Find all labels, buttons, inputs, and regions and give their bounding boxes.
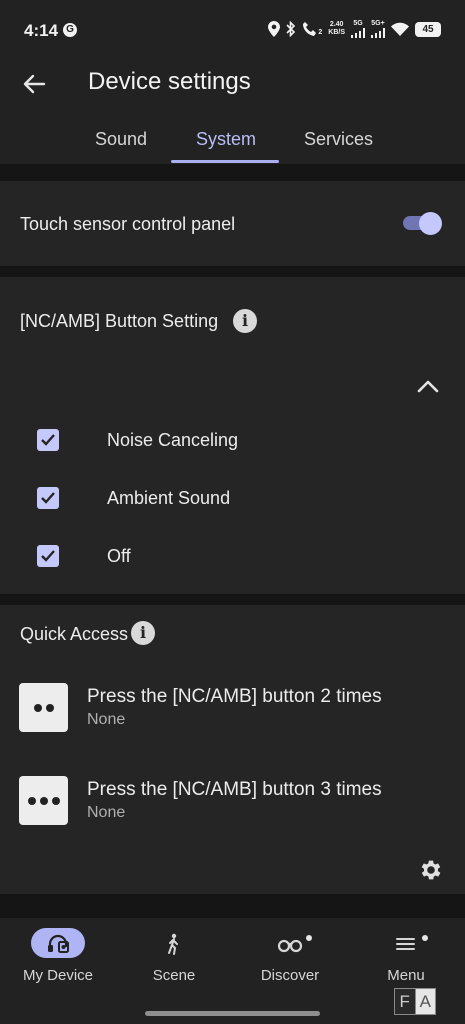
tab-system[interactable]: System bbox=[196, 129, 256, 150]
touch-sensor-toggle[interactable] bbox=[403, 212, 442, 235]
double-press-icon bbox=[19, 683, 68, 732]
option-label: Noise Canceling bbox=[107, 430, 239, 450]
touch-sensor-label: Touch sensor control panel bbox=[20, 214, 236, 234]
toggle-thumb bbox=[419, 212, 442, 235]
notification-dot bbox=[422, 935, 428, 941]
page-title: Device settings bbox=[88, 68, 251, 95]
status-time: 4:14 bbox=[24, 21, 59, 40]
nc-amb-title: [NC/AMB] Button Setting bbox=[20, 311, 219, 331]
option-label: Ambient Sound bbox=[107, 488, 231, 508]
tab-sound[interactable]: Sound bbox=[95, 129, 147, 150]
battery-icon: 45 bbox=[415, 21, 441, 37]
arrow-left-icon[interactable] bbox=[20, 70, 48, 98]
quick-access-item-value: None bbox=[87, 804, 126, 821]
call-sim-label: 2 bbox=[318, 29, 323, 36]
checkbox[interactable] bbox=[37, 487, 59, 509]
quick-access-item-title: Press the [NC/AMB] button 3 times bbox=[87, 779, 382, 800]
nav-discover[interactable]: Discover bbox=[232, 918, 348, 998]
bluetooth-icon bbox=[286, 21, 296, 37]
nav-label: Discover bbox=[260, 967, 320, 984]
signal-icon-2: 5G+ bbox=[371, 20, 385, 38]
wifi-call-icon: 2 bbox=[302, 21, 322, 37]
checkbox[interactable] bbox=[37, 429, 59, 451]
quick-access-item[interactable]: Press the [NC/AMB] button 2 times None bbox=[0, 683, 465, 743]
nav-label: My Device bbox=[22, 967, 93, 984]
tab-services[interactable]: Services bbox=[304, 129, 373, 150]
info-icon[interactable]: i bbox=[131, 621, 155, 645]
quick-access-item-value: None bbox=[87, 711, 126, 728]
active-tab-indicator bbox=[171, 160, 279, 163]
app-header: Device settings bbox=[0, 62, 465, 114]
hamburger-menu-icon bbox=[396, 938, 415, 950]
binoculars-icon bbox=[277, 939, 303, 953]
gear-icon[interactable] bbox=[418, 857, 444, 883]
tab-bar: Sound System Services bbox=[0, 114, 465, 164]
status-bar: 4:14 G 2 2.40 KB/S 5G 5G+ 45 bbox=[0, 0, 465, 62]
notification-app-icon: G bbox=[63, 23, 77, 37]
signal-icon: 5G bbox=[351, 20, 365, 38]
quick-access-title: Quick Access bbox=[20, 624, 129, 644]
net-speed-value: 2.40 bbox=[329, 21, 344, 28]
chevron-up-icon[interactable] bbox=[416, 376, 440, 396]
option-noise-canceling[interactable]: Noise Canceling bbox=[0, 421, 465, 461]
option-off[interactable]: Off bbox=[0, 537, 465, 577]
quick-access-card bbox=[0, 605, 465, 894]
network-speed: 2.40 KB/S bbox=[328, 21, 345, 37]
sim2-label: 5G+ bbox=[371, 20, 385, 27]
checkbox[interactable] bbox=[37, 545, 59, 567]
home-indicator[interactable] bbox=[145, 1011, 320, 1016]
nav-label: Scene bbox=[152, 967, 196, 984]
status-icons: 2 2.40 KB/S 5G 5G+ 45 bbox=[268, 20, 441, 38]
nav-label: Menu bbox=[387, 967, 425, 984]
headphones-icon bbox=[48, 934, 69, 953]
notification-dot bbox=[306, 935, 312, 941]
floating-fa-overlay[interactable]: F A bbox=[394, 988, 436, 1015]
wifi-icon bbox=[391, 22, 409, 36]
walking-person-icon bbox=[168, 933, 178, 955]
quick-access-item[interactable]: Press the [NC/AMB] button 3 times None bbox=[0, 776, 465, 836]
quick-access-item-title: Press the [NC/AMB] button 2 times bbox=[87, 686, 382, 707]
option-label: Off bbox=[107, 546, 131, 566]
triple-press-icon bbox=[19, 776, 68, 825]
info-icon[interactable]: i bbox=[233, 309, 257, 333]
location-icon bbox=[268, 21, 281, 37]
sim1-label: 5G bbox=[353, 20, 363, 27]
net-speed-unit: KB/S bbox=[328, 29, 345, 36]
nav-my-device[interactable]: My Device bbox=[0, 918, 116, 998]
overlay-left-letter: F bbox=[399, 992, 410, 1011]
nav-scene[interactable]: Scene bbox=[116, 918, 232, 998]
nav-menu[interactable]: Menu bbox=[348, 918, 464, 998]
overlay-right-letter: A bbox=[414, 989, 435, 1014]
option-ambient-sound[interactable]: Ambient Sound bbox=[0, 479, 465, 519]
